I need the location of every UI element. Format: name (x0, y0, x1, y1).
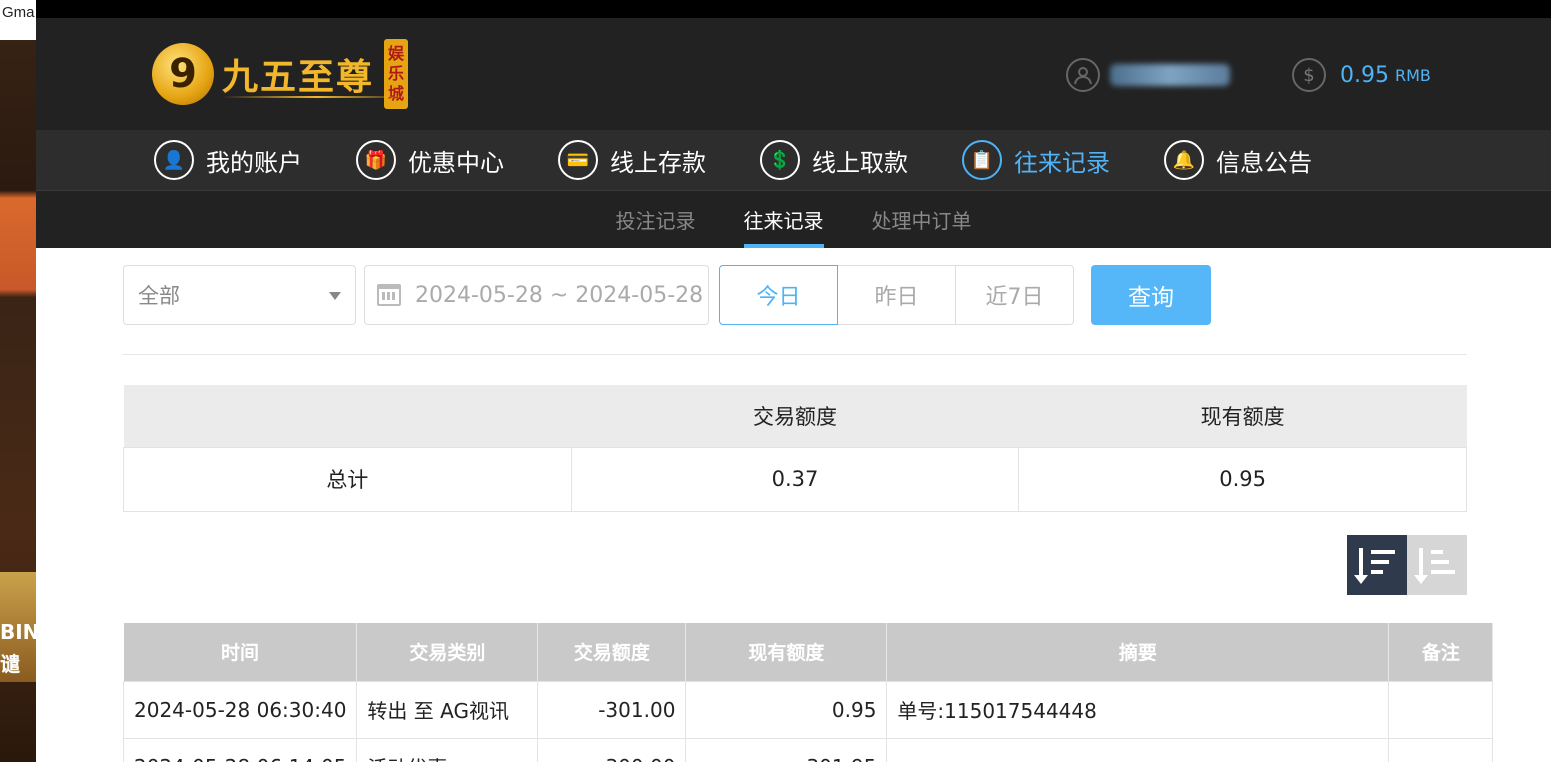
account-panel: 9 九五至尊 娱 乐 城 $ 0.95 RMB 👤 我的账户 🎁 优惠中心 💳 … (36, 18, 1551, 762)
bell-icon: 🔔 (1164, 140, 1204, 180)
date-range-input[interactable]: 2024-05-28 ~ 2024-05-28 (364, 265, 709, 325)
user-icon: 👤 (154, 140, 194, 180)
summary-header-row: 交易额度 现有额度 (123, 385, 1467, 447)
username-redacted (1110, 64, 1230, 86)
withdraw-icon: 💲 (760, 140, 800, 180)
nav-item-0[interactable]: 👤 我的账户 (154, 140, 302, 180)
dollar-icon: $ (1292, 58, 1326, 92)
records-cell: 2024-05-28 06:30:40 (122, 680, 358, 739)
balance-amount: 0.95 (1340, 62, 1389, 88)
quick-date-button-0[interactable]: 今日 (719, 265, 838, 325)
nav-item-2[interactable]: 💳 线上存款 (558, 140, 706, 180)
section-divider (123, 354, 1467, 355)
logo-badge-char: 乐 (388, 64, 405, 83)
sort-desc-button[interactable] (1347, 535, 1407, 595)
nav-item-label: 信息公告 (1216, 148, 1312, 177)
gift-icon: 🎁 (356, 140, 396, 180)
sort-asc-icon (1414, 548, 1457, 584)
records-cell (886, 737, 1390, 762)
records-header-cell: 交易额度 (537, 623, 687, 681)
summary-header-cell: 交易额度 (571, 385, 1019, 447)
type-select[interactable]: 全部 (123, 265, 356, 325)
summary-current-balance: 0.95 (1018, 446, 1467, 512)
logo-name-text: 九五至尊 (222, 56, 375, 98)
nav-item-label: 线上取款 (812, 148, 908, 177)
promo-text-line2: 谴 (0, 652, 20, 676)
records-table: 时间 交易类别 交易额度 现有额度 摘要 备注 2024-05-28 06:30:40 转出… (122, 623, 1494, 762)
background-page-strip: Gma BIN 谴 (0, 0, 36, 762)
sort-desc-icon (1354, 548, 1397, 584)
logo-badge: 娱 乐 城 (384, 39, 409, 109)
sort-asc-button[interactable] (1407, 535, 1467, 595)
summary-trade-amount: 0.37 (570, 446, 1020, 512)
nav-item-label: 优惠中心 (408, 148, 504, 177)
logo-name: 九五至尊 (222, 48, 412, 100)
promo-text-line1: BIN (0, 620, 36, 644)
top-black-bar (36, 0, 1551, 18)
summary-header-cell (123, 385, 572, 447)
records-header-row: 时间 交易类别 交易额度 现有额度 摘要 备注 (123, 623, 1494, 681)
records-icon: 📋 (962, 140, 1002, 180)
summary-label: 总计 (123, 446, 572, 512)
subnav-tab-1[interactable]: 往来记录 (720, 191, 848, 248)
records-header-cell: 现有额度 (685, 623, 888, 681)
user-info[interactable] (1066, 58, 1230, 92)
logo-badge-char: 城 (388, 84, 405, 103)
table-row: 2024-05-28 06:14:05活动优惠300.00301.95 (122, 737, 1494, 762)
sub-nav: 投注记录 往来记录 处理中订单 (36, 190, 1551, 248)
records-header-cell: 交易类别 (356, 623, 539, 681)
caret-down-icon (329, 292, 341, 300)
records-header-cell: 备注 (1388, 623, 1494, 681)
records-cell: 2024-05-28 06:14:05 (122, 737, 358, 762)
records-cell: 0.95 (685, 680, 888, 739)
records-cell (1388, 680, 1494, 739)
date-range-value: 2024-05-28 ~ 2024-05-28 (415, 282, 704, 308)
quick-date-button-2[interactable]: 近7日 (955, 265, 1074, 325)
summary-table: 交易额度 现有额度 总计 0.37 0.95 (123, 385, 1467, 512)
records-cell: 301.95 (685, 737, 888, 762)
records-header-cell: 时间 (123, 623, 358, 681)
records-cell: 单号:115017544448 (886, 680, 1390, 739)
records-cell: -301.00 (537, 680, 687, 739)
balance-currency: RMB (1394, 65, 1431, 85)
type-select-value: 全部 (138, 284, 180, 308)
records-header-cell: 摘要 (886, 623, 1390, 681)
table-row: 2024-05-28 06:30:40 转出 至 AG视讯 -301.00 0.95 单… (122, 680, 1494, 739)
calendar-icon (377, 284, 401, 306)
user-icon (1066, 58, 1100, 92)
sort-toggle (1347, 535, 1467, 595)
filter-bar: 全部 2024-05-28 ~ 2024-05-28 今日 昨日 近7日 查询 (123, 265, 1467, 325)
balance-display: $ 0.95 RMB (1292, 58, 1431, 92)
quick-date-group: 今日 昨日 近7日 (719, 265, 1074, 325)
summary-header-cell: 现有额度 (1018, 385, 1467, 447)
logo-mark-icon: 9 (152, 43, 214, 105)
browser-tab-fragment[interactable]: Gma (0, 0, 36, 40)
logo-ornament (222, 96, 412, 98)
records-cell: 300.00 (537, 737, 687, 762)
nav-item-label: 往来记录 (1014, 148, 1110, 177)
nav-item-label: 我的账户 (206, 148, 302, 177)
site-logo[interactable]: 9 九五至尊 娱 乐 城 (152, 36, 452, 112)
nav-item-5[interactable]: 🔔 信息公告 (1164, 140, 1312, 180)
site-header: 9 九五至尊 娱 乐 城 $ 0.95 RMB (36, 18, 1551, 130)
subnav-tab-0[interactable]: 投注记录 (592, 191, 720, 248)
promo-banner[interactable]: BIN 谴 (0, 572, 36, 682)
records-cell: 活动优惠 (356, 737, 539, 762)
nav-item-1[interactable]: 🎁 优惠中心 (356, 140, 504, 180)
main-nav: 👤 我的账户 🎁 优惠中心 💳 线上存款 💲 线上取款 📋 往来记录 🔔 信息公告 (36, 130, 1551, 190)
subnav-tab-2[interactable]: 处理中订单 (848, 191, 996, 248)
records-cell (1388, 737, 1494, 762)
logo-badge-char: 娱 (388, 44, 405, 63)
nav-item-3[interactable]: 💲 线上取款 (760, 140, 908, 180)
quick-date-button-1[interactable]: 昨日 (837, 265, 956, 325)
records-cell: 转出 至 AG视讯 (356, 680, 539, 739)
nav-item-label: 线上存款 (610, 148, 706, 177)
query-button[interactable]: 查询 (1091, 265, 1211, 325)
summary-total-row: 总计 0.37 0.95 (123, 446, 1467, 512)
deposit-icon: 💳 (558, 140, 598, 180)
nav-item-4[interactable]: 📋 往来记录 (962, 140, 1110, 180)
screen: Gma BIN 谴 9 九五至尊 娱 乐 城 $ 0.95 RMB 👤 我的账户… (0, 0, 1551, 762)
